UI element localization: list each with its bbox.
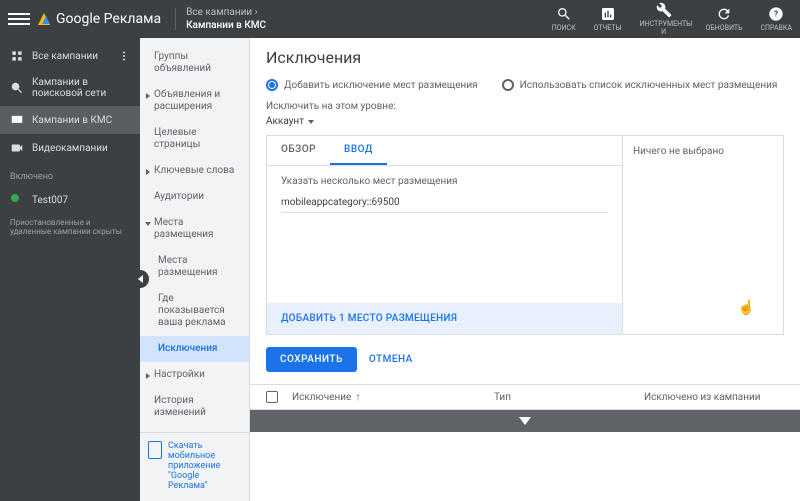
header-actions: ПОИСК ОТЧЕТЫ ИНСТРУМЕНТЫ И ОБНОВИТЬ ? СП…: [552, 2, 792, 36]
included-label: Включено: [0, 162, 140, 186]
sort-asc-icon: ↑: [355, 392, 360, 403]
tab-input[interactable]: ВВОД: [330, 136, 387, 165]
mobile-app-icon: [148, 441, 162, 459]
video-icon: [10, 141, 24, 155]
reports-button[interactable]: ОТЧЕТЫ: [594, 6, 622, 32]
midnav-audiences[interactable]: Аудитории: [140, 184, 249, 210]
breadcrumb[interactable]: Все кампании › Кампании в КМС: [186, 6, 266, 32]
svg-text:?: ?: [774, 10, 778, 19]
radio-use-list[interactable]: Использовать список исключенных мест раз…: [502, 79, 778, 91]
midnav-adgroups[interactable]: Группы объявлений: [140, 44, 249, 82]
breadcrumb-bottom: Кампании в КМС: [186, 19, 266, 32]
midnav-keywords[interactable]: Ключевые слова: [140, 158, 249, 184]
search-icon: [556, 6, 572, 22]
midnav-change-history[interactable]: История изменений: [140, 388, 249, 426]
nav-video-campaigns[interactable]: Видеокампании: [0, 134, 140, 162]
collapse-handle-icon[interactable]: [131, 270, 149, 288]
menu-icon[interactable]: [8, 8, 30, 30]
display-icon: [10, 113, 24, 127]
secondary-nav: Группы объявлений Объявления и расширени…: [140, 38, 250, 501]
body: Все кампании Кампании в поисковой сети К…: [0, 38, 800, 501]
midnav-landing-pages[interactable]: Целевые страницы: [140, 120, 249, 158]
page-title: Исключения: [250, 38, 800, 75]
col-excluded-from[interactable]: Исключено из кампании: [644, 392, 784, 403]
midnav-settings[interactable]: Настройки: [140, 362, 249, 388]
midnav-where-shown[interactable]: Где показывается ваша реклама: [140, 286, 249, 336]
nav-search-campaigns[interactable]: Кампании в поисковой сети: [0, 70, 140, 106]
refresh-button[interactable]: ОБНОВИТЬ: [706, 6, 743, 32]
tab-overview[interactable]: ОБЗОР: [267, 136, 330, 165]
tools-icon: [656, 2, 672, 18]
left-nav: Все кампании Кампании в поисковой сети К…: [0, 38, 140, 501]
panel-body: Указать несколько мест размещения mobile…: [267, 166, 622, 303]
col-exclusion[interactable]: Исключение ↑: [292, 392, 494, 403]
search-nav-icon: [10, 81, 24, 95]
form-actions: СОХРАНИТЬ ОТМЕНА: [250, 343, 800, 384]
exclude-level-label: Исключить на этом уровне:: [266, 101, 784, 112]
add-placement-button[interactable]: ДОБАВИТЬ 1 МЕСТО РАЗМЕЩЕНИЯ: [267, 303, 622, 334]
nothing-selected-label: Ничего не выбрано: [633, 146, 724, 157]
nav-account[interactable]: Test007: [0, 186, 140, 214]
midnav-placements[interactable]: Места размещения: [140, 210, 249, 248]
filter-icon: [519, 417, 531, 425]
grid-icon: [10, 49, 24, 63]
placements-panel: ОБЗОР ВВОД Указать несколько мест размещ…: [266, 135, 784, 335]
exclusions-table-header: Исключение ↑ Тип Исключено из кампании: [250, 384, 800, 410]
filter-bar[interactable]: [250, 410, 800, 432]
refresh-icon: [716, 6, 732, 22]
download-app-link[interactable]: Скачать мобильное приложение "Google Рек…: [140, 432, 249, 499]
reports-icon: [600, 6, 616, 22]
hidden-campaigns-note: Приостановленные и удаленные кампании ск…: [0, 214, 140, 240]
radio-icon: [502, 79, 514, 91]
panel-left: ОБЗОР ВВОД Указать несколько мест размещ…: [267, 136, 623, 334]
nav-display-campaigns[interactable]: Кампании в КМС: [0, 106, 140, 134]
search-button[interactable]: ПОИСК: [552, 6, 576, 32]
product-name: Google Реклама: [56, 11, 161, 27]
help-icon: ?: [768, 6, 784, 22]
nav-all-campaigns[interactable]: Все кампании: [0, 42, 140, 70]
panel-right: Ничего не выбрано ☝: [623, 136, 783, 334]
tools-button[interactable]: ИНСТРУМЕНТЫ И: [640, 2, 688, 36]
col-type[interactable]: Тип: [494, 392, 644, 403]
exclude-level-dropdown[interactable]: Аккаунт: [266, 116, 784, 127]
cancel-button[interactable]: ОТМЕНА: [369, 354, 413, 365]
app-header: Google Реклама Все кампании › Кампании в…: [0, 0, 800, 38]
midnav-placements-sub[interactable]: Места размещения: [140, 248, 249, 286]
save-button[interactable]: СОХРАНИТЬ: [266, 347, 357, 372]
more-icon[interactable]: [118, 50, 130, 62]
divider: [175, 8, 176, 30]
google-ads-logo-icon: [38, 13, 50, 25]
placements-input[interactable]: mobileappcategory::69500: [281, 197, 608, 213]
select-all-checkbox[interactable]: [266, 391, 278, 403]
exclude-level: Исключить на этом уровне: Аккаунт: [250, 101, 800, 135]
exclusion-mode-radios: Добавить исключение мест размещения Испо…: [250, 75, 800, 101]
help-button[interactable]: ? СПРАВКА: [761, 6, 793, 32]
radio-add-exclusion[interactable]: Добавить исключение мест размещения: [266, 79, 478, 91]
status-dot-icon: [10, 193, 24, 207]
midnav-exclusions[interactable]: Исключения: [140, 336, 249, 362]
main-content: Исключения Добавить исключение мест разм…: [250, 38, 800, 501]
breadcrumb-top: Все кампании ›: [186, 6, 266, 19]
input-hint: Указать несколько мест размещения: [281, 176, 608, 187]
panel-tabs: ОБЗОР ВВОД: [267, 136, 622, 166]
midnav-ads-extensions[interactable]: Объявления и расширения: [140, 82, 249, 120]
cursor-hand-icon: ☝: [738, 300, 755, 316]
radio-icon: [266, 79, 278, 91]
